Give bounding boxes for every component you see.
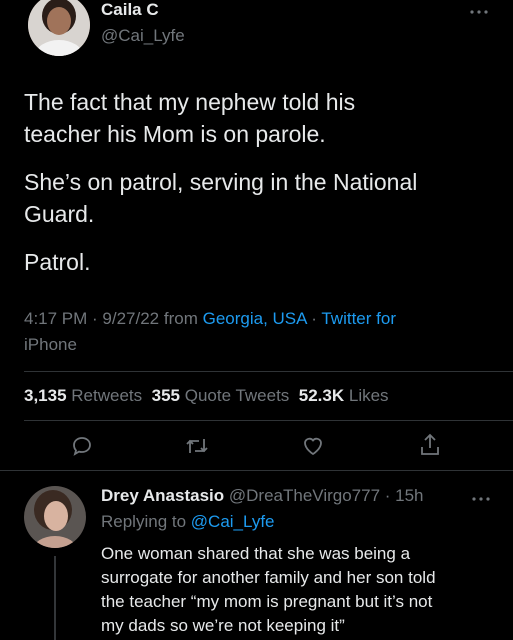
reply-icon[interactable] bbox=[70, 434, 94, 458]
author-name[interactable]: Caila C bbox=[101, 0, 159, 20]
reply-author-handle[interactable]: @DreaTheVirgo777 bbox=[229, 486, 380, 505]
retweets-stat[interactable]: 3,135 Retweets bbox=[24, 386, 142, 405]
divider-2 bbox=[24, 420, 513, 421]
reply-time[interactable]: · 15h bbox=[380, 486, 424, 505]
tweet-stats: 3,135 Retweets 355 Quote Tweets 52.3K Li… bbox=[24, 386, 389, 406]
likes-label: Likes bbox=[348, 386, 389, 405]
reply-author-avatar[interactable] bbox=[24, 486, 86, 548]
likes-count: 52.3K bbox=[298, 386, 345, 405]
reply-more-options-icon[interactable] bbox=[470, 491, 492, 501]
author-handle[interactable]: @Cai_Lyfe bbox=[101, 26, 185, 46]
reply-author-name[interactable]: Drey Anastasio bbox=[101, 486, 224, 505]
replying-to: Replying to @Cai_Lyfe bbox=[101, 512, 275, 532]
tweet-text-line-4: Guard. bbox=[24, 201, 95, 227]
tweet-timestamp[interactable]: 4:17 PM · 9/27/22 from bbox=[24, 309, 203, 328]
reply-text-line-2: surrogate for another family and her son… bbox=[101, 568, 436, 587]
reply-text-line-3: the teacher “my mom is pregnant but it’s… bbox=[101, 592, 433, 611]
retweet-icon[interactable] bbox=[184, 434, 210, 458]
replying-to-handle[interactable]: @Cai_Lyfe bbox=[191, 512, 275, 531]
tweet-source-link[interactable]: Twitter for bbox=[321, 309, 396, 328]
more-options-icon[interactable] bbox=[468, 4, 490, 14]
meta-separator: · bbox=[306, 309, 322, 328]
share-icon[interactable] bbox=[418, 432, 442, 458]
tweet-location-link[interactable]: Georgia, USA bbox=[203, 309, 307, 328]
reply-thread-line bbox=[54, 556, 56, 640]
reply-text-line-4: my dads so we’re not keeping it” bbox=[101, 616, 345, 635]
retweets-label: Retweets bbox=[71, 386, 143, 405]
tweet-text-line-1: The fact that my nephew told his bbox=[24, 89, 356, 115]
reply-header: Drey Anastasio @DreaTheVirgo777 · 15h bbox=[101, 486, 424, 506]
quotes-stat[interactable]: 355 Quote Tweets bbox=[152, 386, 290, 405]
quotes-label: Quote Tweets bbox=[184, 386, 290, 405]
replying-to-label: Replying to bbox=[101, 512, 191, 531]
divider-1 bbox=[24, 371, 513, 372]
reply-avatar-image bbox=[24, 486, 86, 548]
author-avatar[interactable] bbox=[28, 0, 90, 56]
tweet-text-line-5: Patrol. bbox=[24, 249, 91, 275]
tweet-meta: 4:17 PM · 9/27/22 from Georgia, USA · Tw… bbox=[24, 306, 494, 332]
divider-3 bbox=[0, 470, 513, 471]
quotes-count: 355 bbox=[151, 386, 180, 405]
tweet-text-line-2: teacher his Mom is on parole. bbox=[24, 121, 326, 147]
likes-stat[interactable]: 52.3K Likes bbox=[299, 386, 389, 405]
tweet-text-line-3: She’s on patrol, serving in the National bbox=[24, 169, 418, 195]
like-icon[interactable] bbox=[301, 434, 325, 458]
tweet-source-link-cont[interactable]: iPhone bbox=[24, 332, 77, 358]
avatar-image bbox=[28, 0, 90, 56]
reply-text-line-1: One woman shared that she was being a bbox=[101, 544, 411, 563]
retweets-count: 3,135 bbox=[24, 386, 67, 405]
